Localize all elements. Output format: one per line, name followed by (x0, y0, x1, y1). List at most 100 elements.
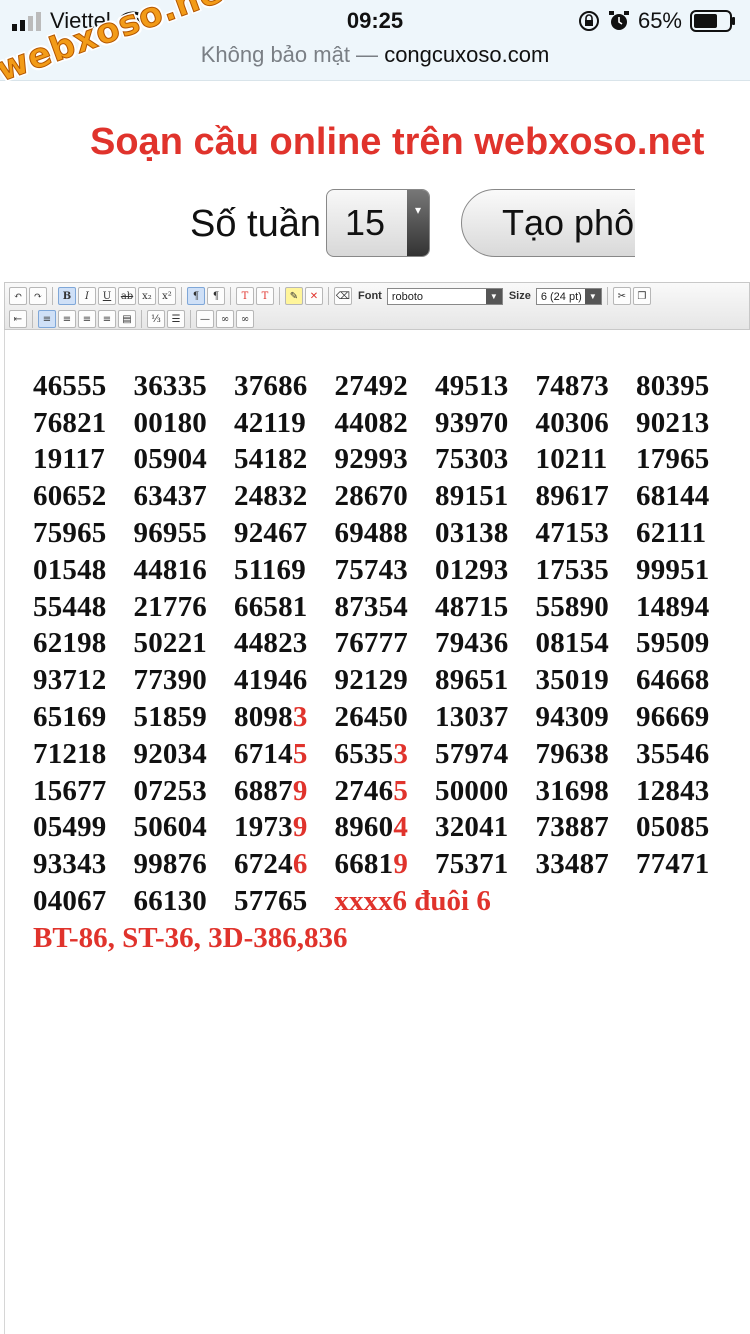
number-cell: 92993 (335, 443, 436, 476)
number-main: 41946 (234, 664, 308, 697)
align-left-icon[interactable]: ≡ (38, 310, 56, 328)
alarm-icon (608, 11, 629, 30)
number-main: 51169 (234, 553, 306, 586)
number-cell: 44816 (134, 554, 235, 587)
number-main: 33487 (535, 848, 609, 881)
number-main: 96955 (133, 517, 207, 550)
tail-note: xxxx6 đuôi 6 (334, 885, 491, 918)
number-cell: 75303 (435, 443, 536, 476)
font-select[interactable]: roboto ▼ (386, 287, 503, 305)
number-cell: 35546 (636, 738, 737, 771)
outdent-icon[interactable]: ⇤ (9, 310, 27, 328)
number-cell: 48715 (435, 591, 536, 624)
number-main: 64668 (636, 664, 710, 697)
number-cell: 75371 (435, 848, 536, 881)
number-main: 35546 (636, 737, 710, 770)
number-main: 90213 (636, 406, 710, 439)
block-format-icon[interactable]: ▤ (118, 310, 136, 328)
number-main: 50604 (133, 811, 207, 844)
number-main: 66581 (234, 590, 308, 623)
unordered-list-icon[interactable]: ☰ (167, 310, 185, 328)
toolbar-divider (279, 287, 280, 305)
number-main: 6681 (334, 848, 394, 881)
chevron-down-icon: ▼ (485, 288, 502, 304)
toolbar-divider (52, 287, 53, 305)
number-main: 00180 (133, 406, 207, 439)
number-main: 68144 (636, 480, 710, 513)
number-cell: 89651 (435, 664, 536, 697)
strikethrough-icon[interactable]: ab (118, 287, 136, 305)
justify-icon[interactable]: ≡ (98, 310, 116, 328)
number-main: 54182 (234, 443, 308, 476)
link-icon[interactable]: ∞ (216, 310, 234, 328)
number-cell: 76777 (335, 627, 436, 660)
number-cell: 33487 (536, 848, 637, 881)
undo-icon[interactable]: ↶ (9, 287, 27, 305)
week-select[interactable]: 15 ▾ (326, 189, 430, 257)
clear-color-icon[interactable]: T (256, 287, 274, 305)
grid-row: 62198 50221 44823 76777 79436 08154 59509 (33, 626, 737, 663)
number-main: 28670 (334, 480, 408, 513)
number-main: 69488 (334, 517, 408, 550)
week-label: Số tuần (190, 203, 321, 245)
number-cell: 00180 (134, 407, 235, 440)
number-cell: 57974 (435, 738, 536, 771)
number-main: 1973 (234, 811, 293, 844)
unlink-icon[interactable]: ∞ (236, 310, 254, 328)
eraser-icon[interactable]: ⌫ (334, 287, 352, 305)
subscript-icon[interactable]: x₂ (138, 287, 156, 305)
bold-icon[interactable]: B (58, 287, 76, 305)
number-main: 50221 (133, 627, 207, 660)
number-cell: 35019 (536, 664, 637, 697)
number-cell: 03138 (435, 517, 536, 550)
number-main: 79638 (535, 737, 609, 770)
number-main: 96669 (636, 701, 710, 734)
summary-line: BT-86, ST-36, 3D-386,836 (33, 921, 348, 954)
number-main: 92467 (234, 517, 308, 550)
number-cell: 12843 (636, 775, 737, 808)
number-cell: 42119 (234, 407, 335, 440)
redo-icon[interactable]: ↷ (29, 287, 47, 305)
cut-icon[interactable]: ✂ (612, 287, 631, 305)
url-host: congcuxoso.com (384, 42, 550, 67)
superscript-icon[interactable]: x² (158, 287, 176, 305)
number-cell: 92034 (134, 738, 235, 771)
grid-row: 46555 36335 37686 27492 49513 74873 80395 (33, 368, 737, 405)
number-main: 44082 (334, 406, 408, 439)
number-cell: 59509 (636, 627, 737, 660)
underline-icon[interactable]: U (98, 287, 116, 305)
align-center-icon[interactable]: ≡ (58, 310, 76, 328)
number-main: 93712 (33, 664, 107, 697)
number-main: 17535 (535, 553, 609, 586)
battery-percent: 65% (637, 8, 682, 33)
number-cell: 26450 (335, 701, 436, 734)
size-select[interactable]: 6 (24 pt) ▼ (535, 287, 602, 305)
number-main: 75743 (334, 553, 408, 586)
number-cell: 47153 (536, 517, 637, 550)
number-main: 48715 (435, 590, 509, 623)
number-main: 50000 (435, 774, 509, 807)
align-right-icon[interactable]: ≡ (78, 310, 96, 328)
number-main: 57974 (435, 737, 509, 770)
number-main: 15677 (33, 774, 107, 807)
toolbar-divider (606, 287, 608, 305)
number-cell: 80983 (234, 701, 335, 734)
number-cell: 37686 (234, 370, 335, 403)
text-color-icon[interactable]: T (236, 287, 254, 305)
remove-highlight-icon[interactable]: ✕ (305, 287, 323, 305)
copy-icon[interactable]: ❐ (632, 287, 651, 305)
editor-area[interactable]: 46555 36335 37686 27492 49513 74873 80395 76821… (4, 330, 750, 1334)
horizontal-rule-icon[interactable]: — (196, 310, 214, 328)
rtl-icon[interactable]: ¶ (207, 287, 225, 305)
number-cell: 13037 (435, 701, 536, 734)
page-title: Soạn cầu online trên webxoso.net (90, 121, 705, 163)
number-main: 8960 (334, 811, 394, 844)
highlight-icon[interactable]: ✎ (285, 287, 303, 305)
ltr-icon[interactable]: ¶ (187, 287, 205, 305)
italic-icon[interactable]: I (78, 287, 96, 305)
number-main: 89651 (435, 664, 509, 697)
ordered-list-icon[interactable]: ⅓ (147, 310, 165, 328)
number-main: 08154 (535, 627, 609, 660)
number-cell: 64668 (636, 664, 737, 697)
number-cell: 19117 (33, 443, 134, 476)
